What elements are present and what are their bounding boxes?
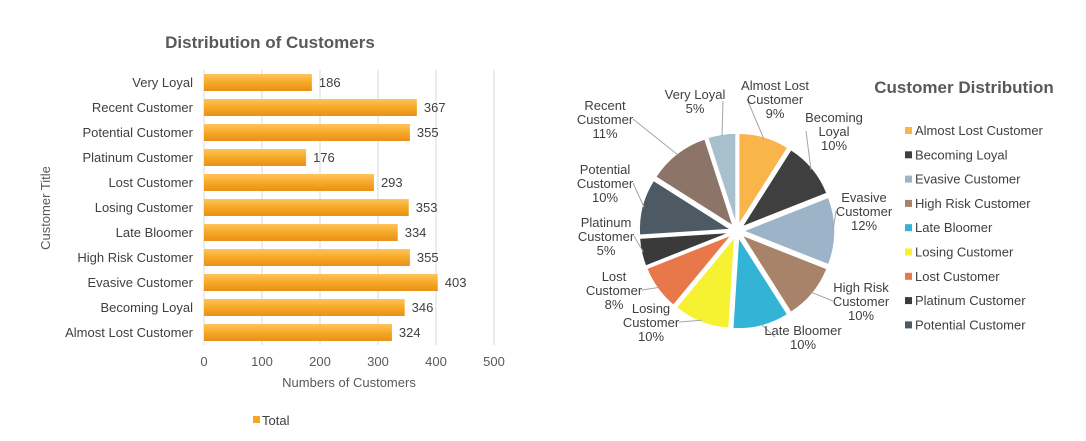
pie-label-evasive-customer: Evasive Customer 12% — [836, 190, 893, 233]
bar-value-label: 367 — [424, 100, 446, 115]
bar-evasive-customer — [204, 274, 438, 291]
pie-label-recent-customer: Recent Customer 11% — [577, 98, 634, 141]
pie-leader-line — [632, 118, 679, 156]
bar-recent-customer — [204, 99, 417, 116]
pie-label-platinum-customer: Platinum Customer 5% — [578, 215, 635, 258]
category-label: Platinum Customer — [82, 150, 193, 165]
pie-label-almost-lost-customer: Almost Lost Customer 9% — [741, 78, 809, 121]
category-label: Lost Customer — [108, 175, 193, 190]
category-label: Late Bloomer — [116, 225, 194, 240]
category-label: Almost Lost Customer — [65, 325, 194, 340]
pie-legend: Almost Lost Customer Becoming Loyal Evasiv… — [905, 123, 1044, 332]
pie-slices — [638, 132, 836, 330]
legend-swatch-late-bloomer — [905, 224, 912, 232]
legend-label-high-risk-customer: High Risk Customer — [915, 196, 1031, 211]
category-label: Potential Customer — [82, 125, 193, 140]
bar-high-risk-customer — [204, 249, 410, 266]
bar-value-label: 403 — [445, 275, 467, 290]
legend-swatch-almost-lost-customer — [905, 127, 912, 134]
bar-value-label: 355 — [417, 250, 439, 265]
pie-leader-line — [810, 291, 834, 302]
bar-value-label: 353 — [416, 200, 438, 215]
legend-swatch-becoming-loyal — [905, 151, 912, 159]
bar-lost-customer — [204, 174, 374, 191]
legend-label-total: Total — [262, 413, 290, 428]
legend-label-evasive-customer: Evasive Customer — [915, 172, 1021, 187]
bar-value-label: 293 — [381, 175, 403, 190]
bar-platinum-customer — [204, 149, 307, 166]
bar-late-bloomer — [204, 224, 398, 241]
category-label: Recent Customer — [92, 100, 194, 115]
pie-leader-line — [632, 182, 645, 208]
legend-label-potential-customer: Potential Customer — [915, 317, 1026, 332]
pie-chart-title: Customer Distribution — [874, 78, 1053, 97]
pie-leader-line — [721, 100, 724, 137]
category-label: High Risk Customer — [77, 250, 193, 265]
x-tick-label: 300 — [367, 354, 389, 369]
legend-swatch-total — [253, 416, 260, 423]
pie-chart: Customer Distribution Almost Lost Custome… — [577, 78, 1054, 352]
bar-value-label: 346 — [412, 300, 434, 315]
bar-x-tick-labels: 0 100 200 300 400 500 — [200, 354, 504, 369]
legend-label-almost-lost-customer: Almost Lost Customer — [915, 123, 1044, 138]
legend-label-losing-customer: Losing Customer — [915, 245, 1014, 260]
chart-canvas: Distribution of Customers Very Loyal Rece… — [38, 33, 1054, 428]
bar-value-label: 334 — [405, 225, 427, 240]
x-tick-label: 500 — [483, 354, 505, 369]
bar-value-label: 186 — [319, 75, 341, 90]
legend-swatch-losing-customer — [905, 248, 912, 256]
bar-becoming-loyal — [204, 299, 405, 316]
pie-leader-line — [641, 286, 660, 291]
x-tick-label: 200 — [309, 354, 331, 369]
bar-losing-customer — [204, 199, 409, 216]
bar-potential-customer — [204, 124, 410, 141]
legend-swatch-lost-customer — [905, 272, 912, 280]
bar-value-label: 324 — [399, 325, 421, 340]
x-tick-label: 100 — [251, 354, 273, 369]
pie-label-high-risk-customer: High Risk Customer 10% — [833, 280, 890, 323]
legend-swatch-high-risk-customer — [905, 199, 912, 207]
legend-swatch-potential-customer — [905, 321, 912, 329]
bar-category-labels: Very Loyal Recent Customer Potential Custo… — [65, 75, 194, 340]
bar-chart-title: Distribution of Customers — [165, 33, 375, 52]
legend-swatch-evasive-customer — [905, 175, 912, 183]
bar-chart: Distribution of Customers Very Loyal Rece… — [38, 33, 505, 428]
bar-value-label: 355 — [417, 125, 439, 140]
pie-label-potential-customer: Potential Customer 10% — [577, 162, 634, 205]
category-label: Losing Customer — [95, 200, 194, 215]
bar-legend: Total — [253, 413, 290, 428]
bar-very-loyal — [204, 74, 312, 91]
pie-label-very-loyal: Very Loyal 5% — [665, 87, 726, 116]
legend-label-lost-customer: Lost Customer — [915, 269, 1000, 284]
bar-almost-lost-customer — [204, 324, 392, 341]
bar-value-label: 176 — [313, 150, 335, 165]
x-tick-label: 0 — [200, 354, 207, 369]
x-axis-title: Numbers of Customers — [282, 375, 416, 390]
pie-label-becoming-loyal: Becoming Loyal 10% — [805, 110, 863, 153]
x-tick-label: 400 — [425, 354, 447, 369]
legend-label-becoming-loyal: Becoming Loyal — [915, 147, 1008, 162]
pie-label-late-bloomer: Late Bloomer 10% — [764, 323, 842, 352]
legend-label-late-bloomer: Late Bloomer — [915, 220, 993, 235]
category-label: Very Loyal — [132, 75, 193, 90]
legend-label-platinum-customer: Platinum Customer — [915, 293, 1026, 308]
category-label: Becoming Loyal — [101, 300, 194, 315]
pie-label-losing-customer: Losing Customer 10% — [623, 301, 680, 344]
y-axis-title: Customer Title — [38, 166, 53, 250]
bar-series — [204, 74, 438, 341]
legend-swatch-platinum-customer — [905, 297, 912, 305]
category-label: Evasive Customer — [88, 275, 194, 290]
